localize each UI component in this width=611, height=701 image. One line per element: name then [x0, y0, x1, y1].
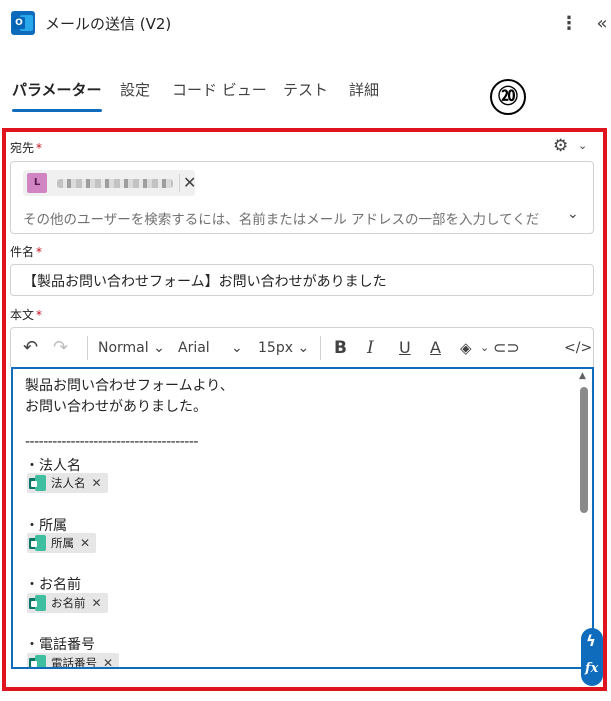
remove-token-icon[interactable]: ✕	[92, 596, 102, 610]
font-color-icon[interactable]: A	[430, 328, 441, 368]
settings-gear-icon[interactable]: ⚙	[553, 136, 568, 156]
size-dropdown[interactable]: 15px ⌄	[258, 328, 309, 368]
divider-line: --------------------------------------	[25, 434, 198, 450]
chevron-down-icon: ⌄	[297, 340, 310, 356]
body-editor[interactable]: 製品お問い合わせフォームより、 お問い合わせがありました。 ----------…	[11, 367, 594, 669]
section-label: ・お名前	[25, 577, 81, 593]
editor-toolbar: ↶ ↷ Normal ⌄ Arial ⌄ 15px ⌄ B I U A ◈ ⌄ …	[10, 327, 594, 367]
dynamic-token[interactable]: お名前 ✕	[27, 593, 108, 613]
body-label: 本文 *	[10, 308, 43, 322]
undo-icon[interactable]: ↶	[23, 328, 38, 368]
chevron-down-icon: ⌄	[153, 340, 165, 356]
forms-icon	[29, 535, 46, 551]
remove-token-icon[interactable]: ✕	[80, 536, 90, 550]
italic-icon[interactable]: I	[367, 328, 374, 368]
dynamic-token[interactable]: 電話番号 ✕	[27, 653, 120, 667]
outlook-icon: O	[11, 11, 35, 35]
tab-test[interactable]: テスト	[283, 78, 328, 114]
tab-details[interactable]: 詳細	[349, 78, 379, 114]
redo-icon[interactable]: ↷	[53, 328, 68, 368]
section-label: ・法人名	[25, 458, 81, 474]
to-field[interactable]: L ✕ その他のユーザーを検索するには、名前またはメール アドレスの一部を入力し…	[10, 161, 594, 234]
action-title: メールの送信 (V2)	[45, 15, 172, 33]
forms-icon	[29, 595, 46, 611]
link-icon[interactable]: ⊂⊃	[493, 328, 520, 368]
chevron-down-icon[interactable]: ⌄	[578, 139, 587, 152]
remove-token-icon[interactable]: ✕	[92, 476, 102, 490]
forms-icon	[29, 655, 46, 667]
avatar: L	[27, 173, 47, 193]
font-dropdown[interactable]: Arial	[178, 328, 210, 368]
remove-recipient-icon[interactable]: ✕	[183, 172, 196, 194]
highlight-color-icon[interactable]: ◈	[460, 328, 472, 368]
chevron-down-icon[interactable]: ⌄	[567, 206, 579, 222]
step-number-annotation: ⑳	[490, 79, 526, 115]
subject-field[interactable]: 【製品お問い合わせフォーム】お問い合わせがありました	[10, 264, 594, 296]
to-search-input[interactable]: その他のユーザーを検索するには、名前またはメール アドレスの一部を入力してくだ	[23, 208, 563, 228]
code-view-icon[interactable]: </>	[564, 328, 592, 368]
tab-parameters[interactable]: パラメーター	[12, 78, 102, 114]
tab-code-view[interactable]: コード ビュー	[172, 78, 267, 114]
format-dropdown[interactable]: Normal ⌄	[98, 328, 165, 368]
chevron-down-icon[interactable]: ⌄	[231, 328, 243, 368]
expression-icon[interactable]: fx	[585, 661, 598, 676]
collapse-panel-icon[interactable]: «	[593, 12, 611, 36]
section-label: ・電話番号	[25, 637, 95, 653]
body-text-line: 製品お問い合わせフォームより、	[25, 378, 234, 394]
subject-label: 件名 *	[10, 245, 43, 259]
dynamic-content-toolbar: ϟ fx	[581, 628, 603, 686]
scroll-up-arrow-icon[interactable]: ▲	[579, 371, 586, 381]
forms-icon	[29, 475, 46, 491]
underline-icon[interactable]: U	[399, 328, 411, 368]
dynamic-content-icon[interactable]: ϟ	[586, 632, 596, 650]
panel-header: O メールの送信 (V2) ⋮ «	[0, 0, 611, 48]
remove-token-icon[interactable]: ✕	[103, 656, 113, 667]
dynamic-token[interactable]: 法人名 ✕	[27, 473, 108, 493]
to-label: 宛先 *	[10, 141, 43, 155]
subject-value[interactable]: 【製品お問い合わせフォーム】お問い合わせがありました	[23, 271, 387, 291]
recipient-chip: L ✕	[23, 170, 196, 196]
dynamic-token[interactable]: 所属 ✕	[27, 533, 97, 553]
redacted-recipient-name	[57, 179, 173, 188]
scrollbar-thumb[interactable]	[580, 387, 588, 513]
chevron-down-icon[interactable]: ⌄	[480, 328, 489, 368]
tab-settings[interactable]: 設定	[120, 78, 150, 114]
section-label: ・所属	[25, 518, 67, 534]
body-text-line: お問い合わせがありました。	[25, 399, 207, 415]
bold-icon[interactable]: B	[334, 328, 347, 368]
more-vertical-icon[interactable]: ⋮	[559, 12, 579, 36]
